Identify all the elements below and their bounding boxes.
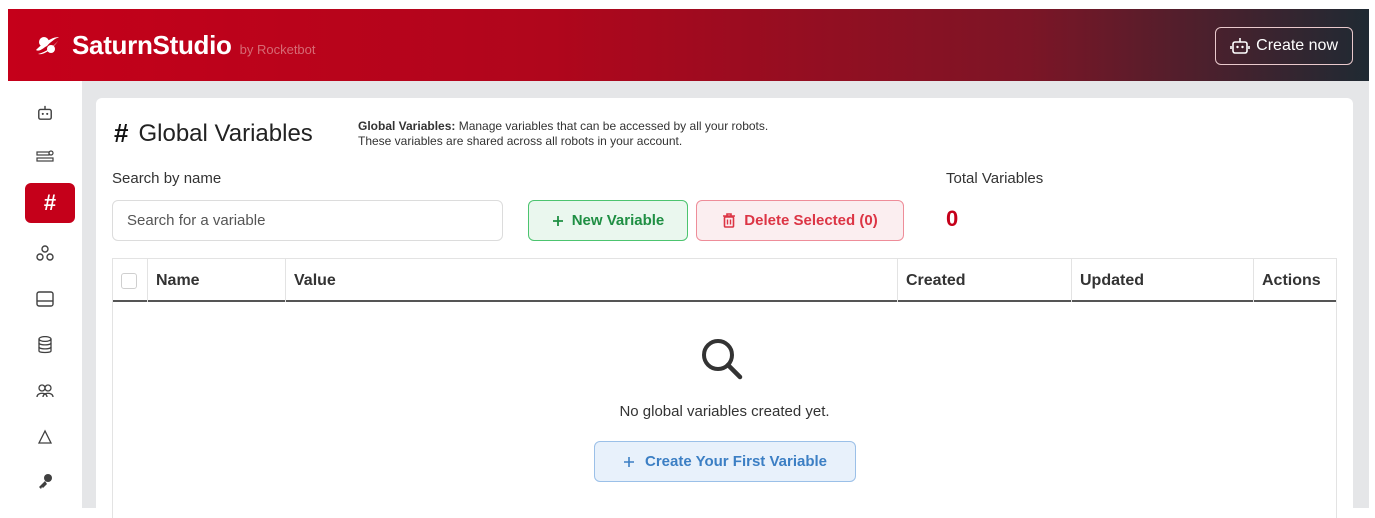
select-all-checkbox[interactable]: [121, 272, 137, 289]
saturn-logo-icon: [32, 30, 62, 60]
sidebar-item-keys[interactable]: [25, 461, 65, 501]
sidebar-item-users[interactable]: [25, 371, 65, 411]
hash-icon: #: [114, 118, 129, 148]
table-header: Name Value Created Updated Actions: [113, 259, 1336, 302]
sidebar-item-network[interactable]: [25, 417, 65, 457]
total-variables-label: Total Variables: [946, 170, 1044, 187]
description-bold: Global Variables:: [358, 119, 456, 133]
search-label: Search by name: [112, 170, 222, 187]
create-first-variable-label: Create Your First Variable: [644, 453, 828, 470]
new-variable-label: New Variable: [571, 212, 665, 229]
database-icon: [38, 336, 52, 354]
sidebar-item-storage[interactable]: [25, 279, 65, 319]
create-now-label: Create now: [1256, 37, 1338, 54]
trash-icon: [723, 213, 736, 228]
users-icon: [36, 384, 54, 398]
hash-icon: #: [43, 190, 57, 215]
page-title-text: Global Variables: [138, 119, 313, 147]
brand-name: SaturnStudio: [72, 29, 232, 60]
sidebar-item-webhooks[interactable]: [25, 233, 65, 273]
column-created[interactable]: Created: [897, 259, 1071, 302]
sidebar-item-bot-list[interactable]: [25, 137, 65, 177]
total-variables-value: 0: [946, 206, 959, 231]
page-description: Global Variables: Manage variables that …: [358, 119, 768, 149]
search-icon: [702, 339, 743, 380]
delete-selected-label: Delete Selected (0): [744, 212, 878, 229]
plus-icon: [623, 456, 634, 467]
key-icon: [39, 474, 52, 489]
global-variables-card: # Global Variables Global Variables: Man…: [96, 98, 1353, 518]
bot-list-icon: [36, 150, 54, 162]
sidebar-item-global-variables[interactable]: #: [25, 183, 75, 223]
robot-icon: [38, 105, 52, 120]
sidebar-item-robots[interactable]: [25, 93, 65, 133]
network-icon: [37, 429, 53, 444]
search-input[interactable]: [112, 200, 503, 241]
create-first-variable-button[interactable]: Create Your First Variable: [594, 441, 856, 482]
variables-table: Name Value Created Updated Actions No gl…: [112, 258, 1337, 518]
empty-state-text: No global variables created yet.: [619, 403, 830, 420]
column-name[interactable]: Name: [147, 259, 285, 302]
storage-icon: [36, 291, 54, 307]
brand-byline: by Rocketbot: [239, 41, 316, 57]
sidebar-item-database[interactable]: [25, 325, 65, 365]
description-line-1: Manage variables that can be accessed by…: [455, 119, 769, 133]
sidebar: #: [8, 81, 82, 508]
page-title: # Global Variables: [114, 118, 313, 149]
top-bar: SaturnStudio by Rocketbot Create now: [8, 9, 1369, 81]
robot-icon: [1230, 38, 1250, 54]
select-all-cell: [113, 259, 147, 302]
delete-selected-button[interactable]: Delete Selected (0): [696, 200, 904, 241]
webhook-icon: [36, 245, 54, 261]
column-actions: Actions: [1253, 259, 1338, 302]
create-now-button[interactable]: Create now: [1215, 27, 1353, 65]
plus-icon: [552, 215, 563, 226]
column-updated[interactable]: Updated: [1071, 259, 1253, 302]
column-value[interactable]: Value: [285, 259, 897, 302]
new-variable-button[interactable]: New Variable: [528, 200, 688, 241]
description-line-2: These variables are shared across all ro…: [358, 134, 683, 148]
